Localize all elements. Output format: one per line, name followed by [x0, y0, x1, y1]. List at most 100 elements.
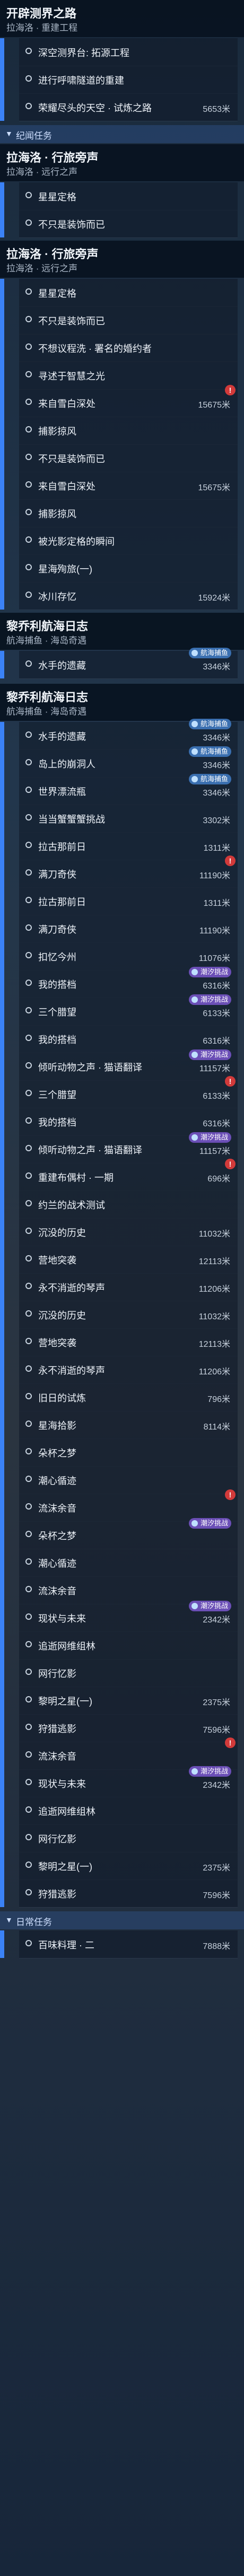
quest-name: 不想议程洗 · 署名的婚约者	[38, 343, 152, 354]
status-circle-icon	[25, 1007, 32, 1013]
quest-row[interactable]: 永不消逝的琴声 11206米	[19, 1273, 238, 1301]
status-circle-icon	[25, 426, 32, 433]
quest-distance: 11190米	[199, 927, 230, 936]
status-circle-icon	[25, 952, 32, 958]
status-circle-icon	[25, 1448, 32, 1454]
quest-row[interactable]: 现状与未来 2342米 潮汐挑战	[19, 1766, 238, 1797]
section-accent-bar	[0, 38, 4, 121]
quest-distance: 11190米	[199, 871, 230, 880]
quest-name: 满刀奇侠	[38, 869, 76, 880]
alert-icon: !	[225, 855, 236, 866]
quest-row[interactable]: 深空测界台: 拓源工程	[19, 38, 238, 66]
quest-row[interactable]: 网行忆影	[19, 1824, 238, 1852]
quest-row[interactable]: 潮心循迹	[19, 1549, 238, 1577]
status-circle-icon	[25, 1172, 32, 1179]
status-circle-icon	[25, 592, 32, 598]
quest-row[interactable]: 当当蟹蟹蟹挑战 3302米	[19, 805, 238, 833]
quest-name: 岛上的崩洞人	[38, 759, 95, 770]
quest-row[interactable]: 营地突袭 12113米	[19, 1328, 238, 1356]
section-title: 开辟测界之路	[6, 7, 77, 20]
section-header[interactable]: 拉海洛 · 行旅旁声 拉海洛 · 远行之声	[0, 144, 244, 181]
quest-row[interactable]: 来自雪白深处 15675米	[19, 472, 238, 500]
quest-row[interactable]: 狩猎逃影 7596米	[19, 1880, 238, 1908]
quest-row[interactable]: 寻述于智慧之光	[19, 361, 238, 390]
quest-row[interactable]: 满刀奇侠 11190米!	[19, 855, 238, 888]
quest-row[interactable]: 朵杯之梦 潮汐挑战	[19, 1518, 238, 1549]
quest-row[interactable]: 捕影掠风	[19, 499, 238, 527]
quest-distance: 1311米	[203, 844, 230, 853]
status-circle-icon	[25, 1613, 32, 1620]
section-accent-bar	[0, 182, 4, 237]
quest-row[interactable]: 被光影定格的瞬间	[19, 527, 238, 555]
quest-row[interactable]: 黎明之星(一) 2375米	[19, 1687, 238, 1715]
status-circle-icon	[25, 1476, 32, 1482]
quest-name: 约兰的战术测试	[38, 1200, 105, 1211]
quest-row[interactable]: 朵杯之梦	[19, 1439, 238, 1467]
quest-distance: 3302米	[203, 816, 230, 825]
status-circle-icon	[25, 371, 32, 377]
quest-name: 星海拾影	[38, 1421, 76, 1431]
quest-distance: 11032米	[198, 1230, 230, 1239]
quest-row[interactable]: 倾听动物之声 · 猫语翻译 11157米 潮汐挑战	[19, 1049, 238, 1081]
status-circle-icon	[25, 1641, 32, 1647]
quest-row[interactable]: 世界漂流瓶 3346米 航海捕鱼	[19, 774, 238, 805]
quest-row[interactable]: 现状与未来 2342米 潮汐挑战	[19, 1601, 238, 1632]
quest-name: 现状与未来	[38, 1613, 86, 1624]
quest-row[interactable]: 不只是装饰而已	[19, 444, 238, 472]
quest-row[interactable]: 追逝网维组林	[19, 1631, 238, 1660]
quest-row[interactable]: 捕影掠风	[19, 417, 238, 445]
quest-distance: 12113米	[198, 1257, 230, 1266]
quest-row[interactable]: 水手的遗藏 3346米 航海捕鱼	[19, 648, 238, 679]
status-circle-icon	[25, 842, 32, 848]
section-header[interactable]: 黎乔利航海日志 航海捕鱼 · 海岛奇遇	[0, 684, 244, 721]
section-accent-bar	[0, 1930, 4, 1958]
quest-row[interactable]: 拉古那前日 1311米	[19, 832, 238, 860]
quest-distance: 15924米	[198, 594, 231, 603]
category-tag[interactable]: ▼ 日常任务	[0, 1911, 244, 1929]
section-header[interactable]: 黎乔利航海日志 航海捕鱼 · 海岛奇遇	[0, 613, 244, 650]
quest-row[interactable]: 营地突袭 12113米	[19, 1246, 238, 1274]
quest-row[interactable]: 百味料理 · 二 7888米	[19, 1930, 238, 1959]
quest-row[interactable]: 约兰的战术测试	[19, 1190, 238, 1219]
section-header[interactable]: 开辟测界之路 拉海洛 · 重建工程	[0, 0, 244, 37]
quest-row[interactable]: 倾听动物之声 · 猫语翻译 11157米 潮汐挑战	[19, 1132, 238, 1163]
quest-row[interactable]: 荣耀尽头的天空 · 试炼之路 5653米	[19, 93, 238, 121]
quest-row[interactable]: 网行忆影	[19, 1659, 238, 1687]
quest-row[interactable]: 不只是装饰而已	[19, 306, 238, 334]
quest-row[interactable]: 星海殉旅(一)	[19, 554, 238, 583]
event-badge: 潮汐挑战	[188, 1601, 231, 1611]
quest-row[interactable]: 冰川存忆 15924米	[19, 582, 238, 610]
quest-row[interactable]: 来自雪白深处 15675米!	[19, 385, 238, 417]
quest-row[interactable]: 拉古那前日 1311米	[19, 887, 238, 915]
quest-row[interactable]: 沉没的历史 11032米	[19, 1218, 238, 1246]
quest-row[interactable]: 黎明之星(一) 2375米	[19, 1852, 238, 1880]
quest-row[interactable]: 追逝网维组林	[19, 1797, 238, 1825]
quest-row[interactable]: 潮心循迹	[19, 1466, 238, 1494]
quest-name: 狩猎逃影	[38, 1889, 76, 1900]
quest-distance: 2375米	[203, 1864, 230, 1873]
quest-row[interactable]: 三个腊望 6133米!	[19, 1076, 238, 1108]
quest-name: 冰川存忆	[38, 592, 76, 602]
status-circle-icon	[25, 1365, 32, 1372]
category-tag[interactable]: ▼ 纪闻任务	[0, 125, 244, 143]
quest-row[interactable]: 满刀奇侠 11190米	[19, 915, 238, 943]
quest-row[interactable]: 沉没的历史 11032米	[19, 1301, 238, 1329]
event-badge: 潮汐挑战	[188, 1518, 231, 1529]
quest-row[interactable]: 永不消逝的琴声 11206米	[19, 1356, 238, 1384]
quest-row[interactable]: 不只是装饰而已	[19, 210, 238, 238]
quest-row[interactable]: 星星定格	[19, 182, 238, 210]
quest-distance: 12113米	[198, 1340, 230, 1349]
quest-row[interactable]: 狩猎逃影 7596米	[19, 1714, 238, 1742]
section-header[interactable]: 拉海洛 · 行旅旁声 拉海洛 · 远行之声	[0, 241, 244, 278]
quest-row[interactable]: 进行呼啸隧道的重建	[19, 66, 238, 94]
quest-name: 旧日的试炼	[38, 1393, 86, 1404]
quest-row[interactable]: 星星定格	[19, 279, 238, 307]
status-circle-icon	[25, 1228, 32, 1234]
quest-row[interactable]: 旧日的试炼 796米	[19, 1383, 238, 1411]
section-title: 拉海洛 · 行旅旁声	[6, 248, 99, 261]
quest-row[interactable]: 三个腊望 6133米 潮汐挑战	[19, 994, 238, 1026]
quest-row[interactable]: 不想议程洗 · 署名的婚约者	[19, 334, 238, 362]
quest-row[interactable]: 重建布偶村 · 一期 696米!	[19, 1159, 238, 1191]
quest-row[interactable]: 星海拾影 8114米	[19, 1411, 238, 1439]
quest-distance: 6133米	[203, 1009, 230, 1018]
